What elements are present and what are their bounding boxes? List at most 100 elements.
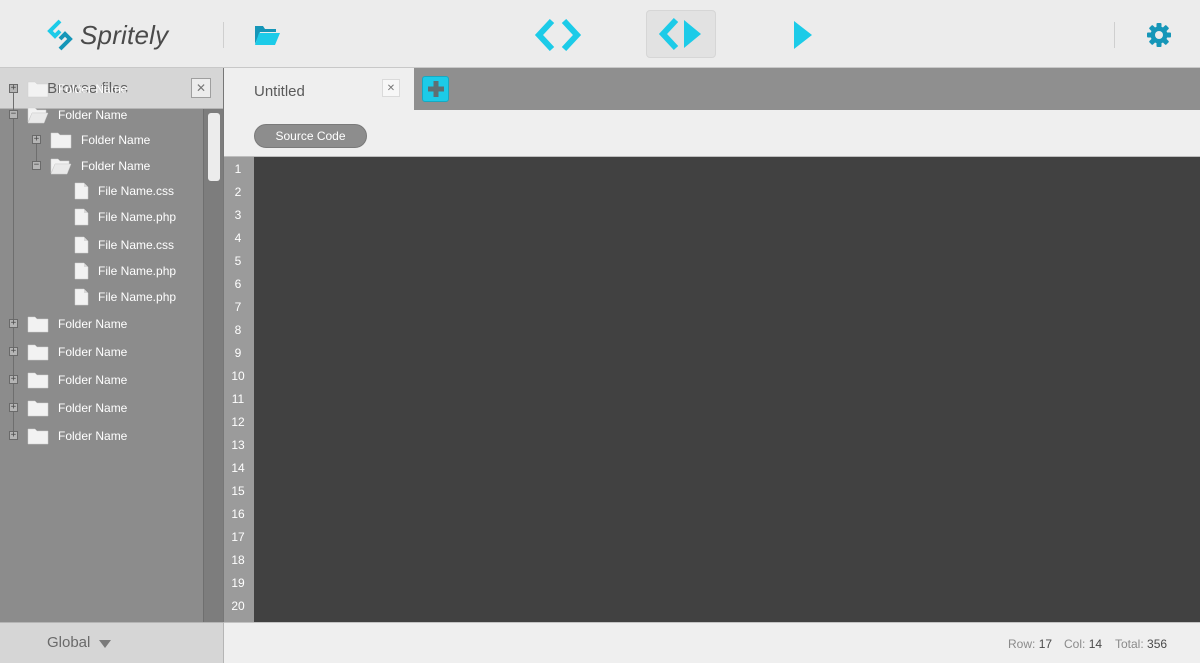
col-label: Col: <box>1064 637 1086 651</box>
folder-icon <box>27 428 49 445</box>
app-name: Spritely <box>80 19 169 50</box>
folder-icon <box>27 372 49 389</box>
expand-toggle[interactable]: + <box>9 84 18 93</box>
tree-folder-item[interactable]: Folder Name <box>27 341 127 363</box>
tree-item-label: File Name.css <box>98 184 175 198</box>
settings-button[interactable] <box>1144 20 1174 50</box>
tree-item-label: Folder Name <box>58 317 128 331</box>
code-brackets-icon <box>534 19 582 51</box>
line-number: 19 <box>231 576 245 590</box>
code-editor[interactable] <box>254 157 1200 622</box>
expand-toggle[interactable]: + <box>9 403 18 412</box>
file-icon <box>74 208 89 226</box>
tree-file-item[interactable]: File Name.css <box>74 180 174 202</box>
line-number: 8 <box>234 323 242 337</box>
folder-icon <box>27 316 49 333</box>
file-icon <box>74 262 89 280</box>
expand-toggle[interactable]: + <box>9 347 18 356</box>
source-code-toggle[interactable]: Source Code <box>254 124 367 148</box>
tree-folder-item[interactable]: Folder Name <box>27 369 127 391</box>
expand-toggle[interactable]: + <box>32 135 41 144</box>
tree-file-item[interactable]: File Name.css <box>74 234 174 256</box>
tree-file-item[interactable]: File Name.php <box>74 206 176 228</box>
close-tab-button[interactable]: ✕ <box>382 79 400 97</box>
top-toolbar: Spritely <box>0 0 1200 68</box>
file-icon <box>74 182 89 200</box>
tree-file-item[interactable]: File Name.php <box>74 260 176 282</box>
scope-dropdown[interactable]: Global <box>0 622 224 663</box>
folder-open-icon <box>50 158 72 175</box>
tree-folder-item[interactable]: Folder Name <box>27 397 127 419</box>
line-number: 14 <box>231 461 245 475</box>
expand-toggle[interactable]: + <box>9 319 18 328</box>
total-label: Total: <box>1115 637 1144 651</box>
code-view-button[interactable] <box>530 15 586 55</box>
gear-icon <box>1147 23 1171 47</box>
tree-file-item[interactable]: File Name.php <box>74 286 176 308</box>
split-view-button[interactable] <box>646 10 716 58</box>
open-folder-button[interactable] <box>252 20 282 50</box>
col-value: 14 <box>1088 637 1103 651</box>
add-tab-button[interactable] <box>422 76 449 102</box>
plus-icon <box>427 81 444 97</box>
editor-tab-bar: Untitled ✕ <box>224 68 1200 110</box>
row-indicator: Row: 17 <box>1008 637 1052 651</box>
line-number: 20 <box>231 599 245 613</box>
line-number: 13 <box>231 438 245 452</box>
toolbar-divider <box>223 22 224 48</box>
folder-open-icon <box>27 107 49 124</box>
line-number: 16 <box>231 507 245 521</box>
run-button[interactable] <box>788 18 818 52</box>
tree-item-label: Folder Name <box>58 345 128 359</box>
scope-label: Global <box>47 634 91 651</box>
tab-untitled[interactable]: Untitled ✕ <box>224 68 414 110</box>
expand-toggle[interactable]: + <box>9 431 18 440</box>
tree-item-label: Folder Name <box>81 159 151 173</box>
status-bar: Row: 17 Col: 14 Total: 356 <box>224 622 1200 663</box>
tree-item-label: Folder Name <box>58 82 128 96</box>
line-number: 1 <box>234 162 242 176</box>
tree-folder-item[interactable]: Folder Name <box>50 129 150 151</box>
tree-folder-item[interactable]: Folder Name <box>27 313 127 335</box>
total-indicator: Total: 356 <box>1115 637 1167 651</box>
tree-item-label: File Name.php <box>98 210 177 224</box>
file-browser-panel: Browse files ✕ Folder Name + Folder Name − F… <box>0 68 224 622</box>
folder-icon <box>27 400 49 417</box>
expand-toggle[interactable]: + <box>9 375 18 384</box>
app-logo[interactable]: Spritely <box>46 18 168 52</box>
line-number-gutter: 1 2 3 4 5 6 7 8 9 10 11 12 13 14 15 16 17 18 19 20 <box>224 157 254 622</box>
folder-icon <box>27 81 49 98</box>
tree-item-label: File Name.css <box>98 238 175 252</box>
collapse-toggle[interactable]: − <box>32 161 41 170</box>
line-number: 15 <box>231 484 245 498</box>
scrollbar-thumb[interactable] <box>208 113 220 181</box>
tree-folder-item[interactable]: Folder Name <box>27 104 127 126</box>
close-icon: ✕ <box>386 82 396 94</box>
folder-icon <box>50 132 72 149</box>
line-number: 12 <box>231 415 245 429</box>
col-indicator: Col: 14 <box>1064 637 1102 651</box>
line-number: 11 <box>231 392 245 406</box>
file-icon <box>74 288 89 306</box>
tree-item-label: Folder Name <box>81 133 151 147</box>
collapse-toggle[interactable]: − <box>9 110 18 119</box>
file-icon <box>74 236 89 254</box>
tree-folder-item[interactable]: Folder Name <box>27 78 127 100</box>
row-label: Row: <box>1008 637 1036 651</box>
editor-mode-bar: Source Code <box>224 110 1200 157</box>
caret-down-icon <box>99 640 111 648</box>
tree-folder-item[interactable]: Folder Name <box>27 425 127 447</box>
file-tree: Folder Name + Folder Name − Folder Name + Fold… <box>0 81 203 622</box>
row-value: 17 <box>1038 637 1053 651</box>
tree-item-label: Folder Name <box>58 401 128 415</box>
spritely-logo-icon <box>47 19 73 51</box>
file-tree-scrollbar[interactable] <box>203 109 223 622</box>
line-number: 7 <box>234 300 242 314</box>
line-number: 4 <box>234 231 242 245</box>
total-value: 356 <box>1147 637 1168 651</box>
close-icon: ✕ <box>195 81 207 95</box>
tree-folder-item[interactable]: Folder Name <box>50 155 150 177</box>
close-panel-button[interactable]: ✕ <box>191 78 211 98</box>
line-number: 10 <box>231 369 245 383</box>
folder-open-icon <box>254 26 280 45</box>
